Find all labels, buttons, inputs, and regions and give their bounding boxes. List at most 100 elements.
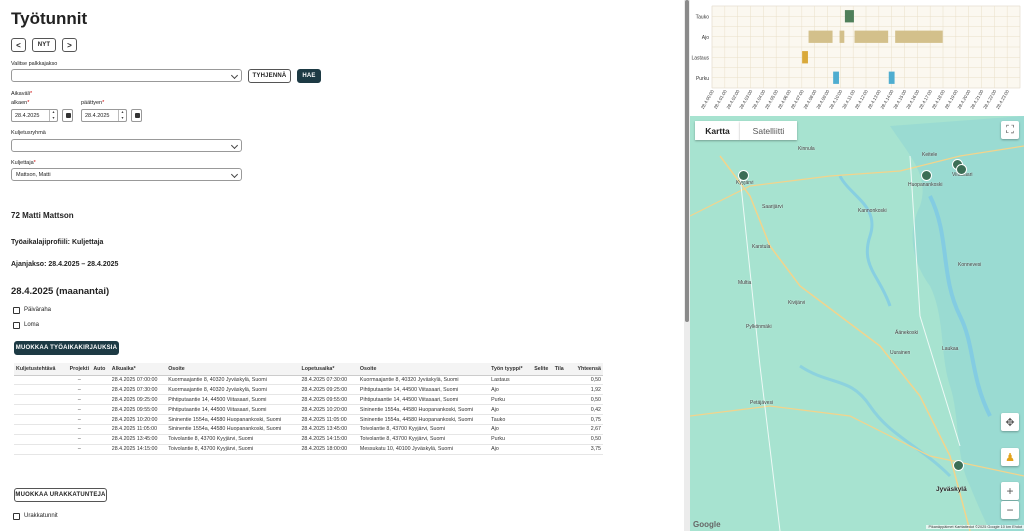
map-place-label: Kyyjärvi	[736, 180, 754, 186]
table-cell: –	[67, 404, 92, 416]
calendar-icon[interactable]	[131, 109, 142, 122]
table-cell	[552, 444, 570, 455]
table-cell: 28.4.2025 07:30:00	[299, 375, 358, 386]
column-header[interactable]: Yhteensä	[569, 363, 603, 376]
zoom-out-button[interactable]: −	[1001, 501, 1019, 519]
column-header[interactable]: Tila	[552, 363, 570, 376]
end-label: päättyen*	[81, 100, 105, 106]
edit-contracts-button[interactable]: MUOKKAA URAKKATUNTEJA	[14, 488, 107, 502]
column-header[interactable]: Alkuaika*	[109, 363, 167, 376]
truck-marker-icon[interactable]	[921, 170, 932, 181]
range-label: Aikaväli*	[11, 91, 33, 97]
left-panel: Työtunnit < NYT > Valitse palkkajakso TY…	[0, 0, 684, 531]
table-cell	[14, 414, 68, 425]
table-cell: 28.4.2025 13:45:00	[299, 424, 358, 435]
table-cell: Sininentie 1554a, 44580 Huopanankoski, S…	[357, 414, 490, 425]
column-header[interactable]: Auto	[91, 363, 110, 376]
street-view-icon[interactable]: ♟	[1001, 448, 1019, 466]
table-cell: 28.4.2025 07:00:00	[109, 375, 167, 386]
work-hours-table: Kuljetustehtävä Projekti Auto Alkuaika* Osoi…	[14, 363, 603, 455]
timeline-bar	[839, 30, 845, 43]
clear-button[interactable]: TYHJENNÄ	[248, 69, 291, 83]
map-place-label: Karstula	[752, 244, 771, 250]
column-header[interactable]: Osoite	[357, 363, 490, 376]
table-cell	[14, 434, 68, 445]
table-cell	[14, 394, 68, 406]
column-header[interactable]: Selite	[532, 363, 553, 376]
table-cell	[552, 394, 570, 406]
driver-select[interactable]: Mattson, Matti	[11, 168, 242, 181]
table-row[interactable]: –28.4.2025 09:25:00 Pihtiputaantie 14, 44…	[14, 394, 603, 406]
table-row[interactable]: – 28.4.2025 09:55:00 Pihtiputaantie 14, 44…	[14, 404, 603, 416]
prev-button[interactable]: <	[11, 38, 26, 52]
truck-marker-icon[interactable]	[738, 170, 749, 181]
table-cell: Toivolantie 8, 43700 Kyyjärvi, Suomi	[357, 424, 490, 435]
table-cell	[91, 444, 110, 455]
calendar-icon[interactable]	[62, 109, 73, 122]
table-cell: 3,75	[569, 444, 603, 455]
zoom-in-button[interactable]: +	[1001, 482, 1019, 500]
spinner-icon[interactable]: ▲ ▼	[49, 110, 57, 121]
fetch-button[interactable]: HAE	[297, 69, 321, 83]
table-row[interactable]: – 28.4.2025 14:15:00 Toivolantie 8, 43700 …	[14, 444, 603, 455]
table-row[interactable]: –28.4.2025 07:00:00 Kuormaajantie 8, 4032…	[14, 375, 603, 386]
table-cell: 28.4.2025 14:15:00	[109, 444, 167, 455]
now-button[interactable]: NYT	[32, 38, 56, 52]
map-place-label: Saarijärvi	[762, 204, 783, 210]
table-cell: 0,50	[569, 375, 603, 386]
table-row[interactable]: – 28.4.2025 07:30:00 Kuormaajantie 8, 4032…	[14, 384, 603, 396]
driver-label: Kuljettaja*	[11, 160, 36, 166]
pan-control-icon[interactable]: ✥	[1001, 413, 1019, 431]
spinner-icon[interactable]: ▲ ▼	[118, 110, 126, 121]
group-label: Kuljetusryhmä	[11, 130, 46, 136]
table-cell: Ajo	[489, 444, 533, 455]
table-cell	[14, 424, 68, 435]
table-cell: Pihtiputaantie 14, 44500 Viitasaari, Suo…	[357, 384, 490, 396]
table-cell	[532, 404, 553, 416]
table-cell	[14, 375, 68, 386]
table-cell: 28.4.2025 14:15:00	[299, 434, 358, 445]
edit-log-button[interactable]: MUOKKAA TYÖAIKAKIRJAUKSIA	[14, 341, 119, 355]
end-date-input[interactable]: 28.4.2025 ▲ ▼	[81, 109, 127, 122]
holiday-checkbox[interactable]	[13, 322, 20, 329]
table-cell	[91, 404, 110, 416]
next-button[interactable]: >	[62, 38, 77, 52]
table-row[interactable]: –28.4.2025 13:45:00 Toivolantie 8, 43700 …	[14, 434, 603, 445]
page-title: Työtunnit	[11, 9, 88, 28]
scrollbar-thumb[interactable]	[685, 0, 689, 322]
table-cell: Toivolantie 8, 43700 Kyyjärvi, Suomi	[357, 434, 490, 445]
contract-hours-checkbox[interactable]	[13, 513, 20, 520]
table-cell	[91, 434, 110, 445]
map-place-label: Laukaa	[942, 346, 959, 352]
table-row[interactable]: – 28.4.2025 11:05:00 Sininentie 1554a, 445…	[14, 424, 603, 435]
table-cell: Kuormaajantie 8, 40320 Jyväskylä, Suomi	[166, 375, 300, 386]
chevron-down-icon	[230, 71, 239, 80]
group-select[interactable]	[11, 139, 242, 152]
column-header[interactable]: Projekti	[67, 363, 92, 376]
truck-marker-icon[interactable]	[953, 460, 964, 471]
start-date-input[interactable]: 28.4.2025 ▲ ▼	[11, 109, 58, 122]
map-place-label: Kannonkoski	[858, 208, 887, 214]
map-place-label: Konnevesi	[958, 262, 982, 268]
table-cell: Ajo	[489, 384, 533, 396]
column-header[interactable]: Kuljetustehtävä	[14, 363, 68, 376]
map[interactable]: Kartta Satelliitti ⛶ ✥ ♟ + − Viitasaari H…	[690, 116, 1024, 531]
table-cell: 28.4.2025 13:45:00	[109, 434, 167, 445]
fullscreen-icon[interactable]: ⛶	[1001, 121, 1019, 139]
table-cell: Sininentie 1554a, 44580 Huopanankoski, S…	[166, 414, 300, 425]
map-tab[interactable]: Kartta	[695, 121, 740, 140]
map-place-label: Kinnula	[798, 146, 815, 152]
column-header[interactable]: Lopetusaika*	[299, 363, 358, 376]
column-header[interactable]: Osoite	[166, 363, 300, 376]
map-place-label: Kivijärvi	[788, 300, 806, 306]
period-select[interactable]	[11, 69, 242, 82]
table-cell	[532, 394, 553, 406]
table-cell: Sininentie 1554a, 44580 Huopanankoski, S…	[357, 404, 490, 416]
table-row[interactable]: –28.4.2025 10:20:00 Sininentie 1554a, 445…	[14, 414, 603, 425]
truck-marker-icon[interactable]	[956, 164, 967, 175]
allowance-label: Päiväraha	[24, 307, 52, 313]
column-header[interactable]: Työn tyyppi*	[489, 363, 533, 376]
table-cell: –	[67, 444, 92, 455]
satellite-tab[interactable]: Satelliitti	[740, 121, 797, 140]
allowance-checkbox[interactable]	[13, 307, 20, 314]
